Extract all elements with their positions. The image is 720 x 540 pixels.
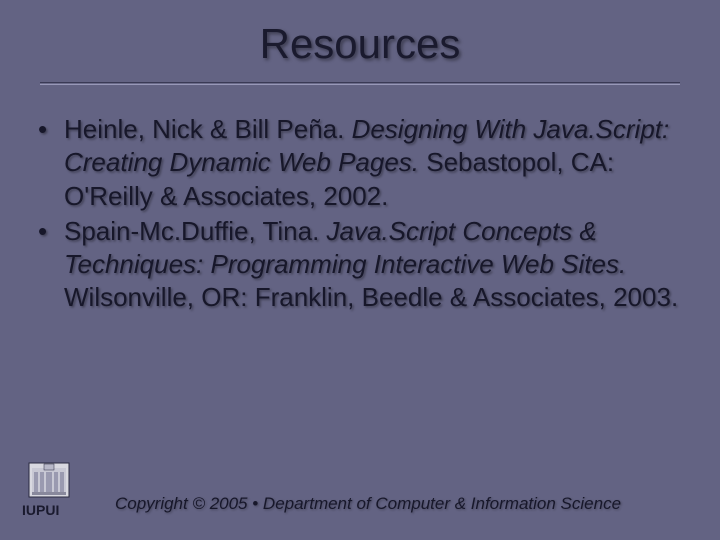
citation-rest: Wilsonville, OR: Franklin, Beedle & Asso… bbox=[64, 282, 678, 312]
citation-author: Heinle, Nick & Bill Peña. bbox=[64, 114, 352, 144]
bullet-list: Heinle, Nick & Bill Peña. Designing With… bbox=[36, 113, 684, 315]
citation-author: Spain-Mc.Duffie, Tina. bbox=[64, 216, 327, 246]
list-item: Spain-Mc.Duffie, Tina. Java.Script Conce… bbox=[36, 215, 684, 315]
slide-content: Heinle, Nick & Bill Peña. Designing With… bbox=[0, 85, 720, 315]
copyright-text: Copyright © 2005 • Department of Compute… bbox=[38, 494, 698, 518]
list-item: Heinle, Nick & Bill Peña. Designing With… bbox=[36, 113, 684, 213]
building-icon bbox=[28, 462, 70, 498]
slide-footer: IUPUI Copyright © 2005 • Department of C… bbox=[0, 462, 720, 518]
slide-title: Resources bbox=[0, 0, 720, 82]
